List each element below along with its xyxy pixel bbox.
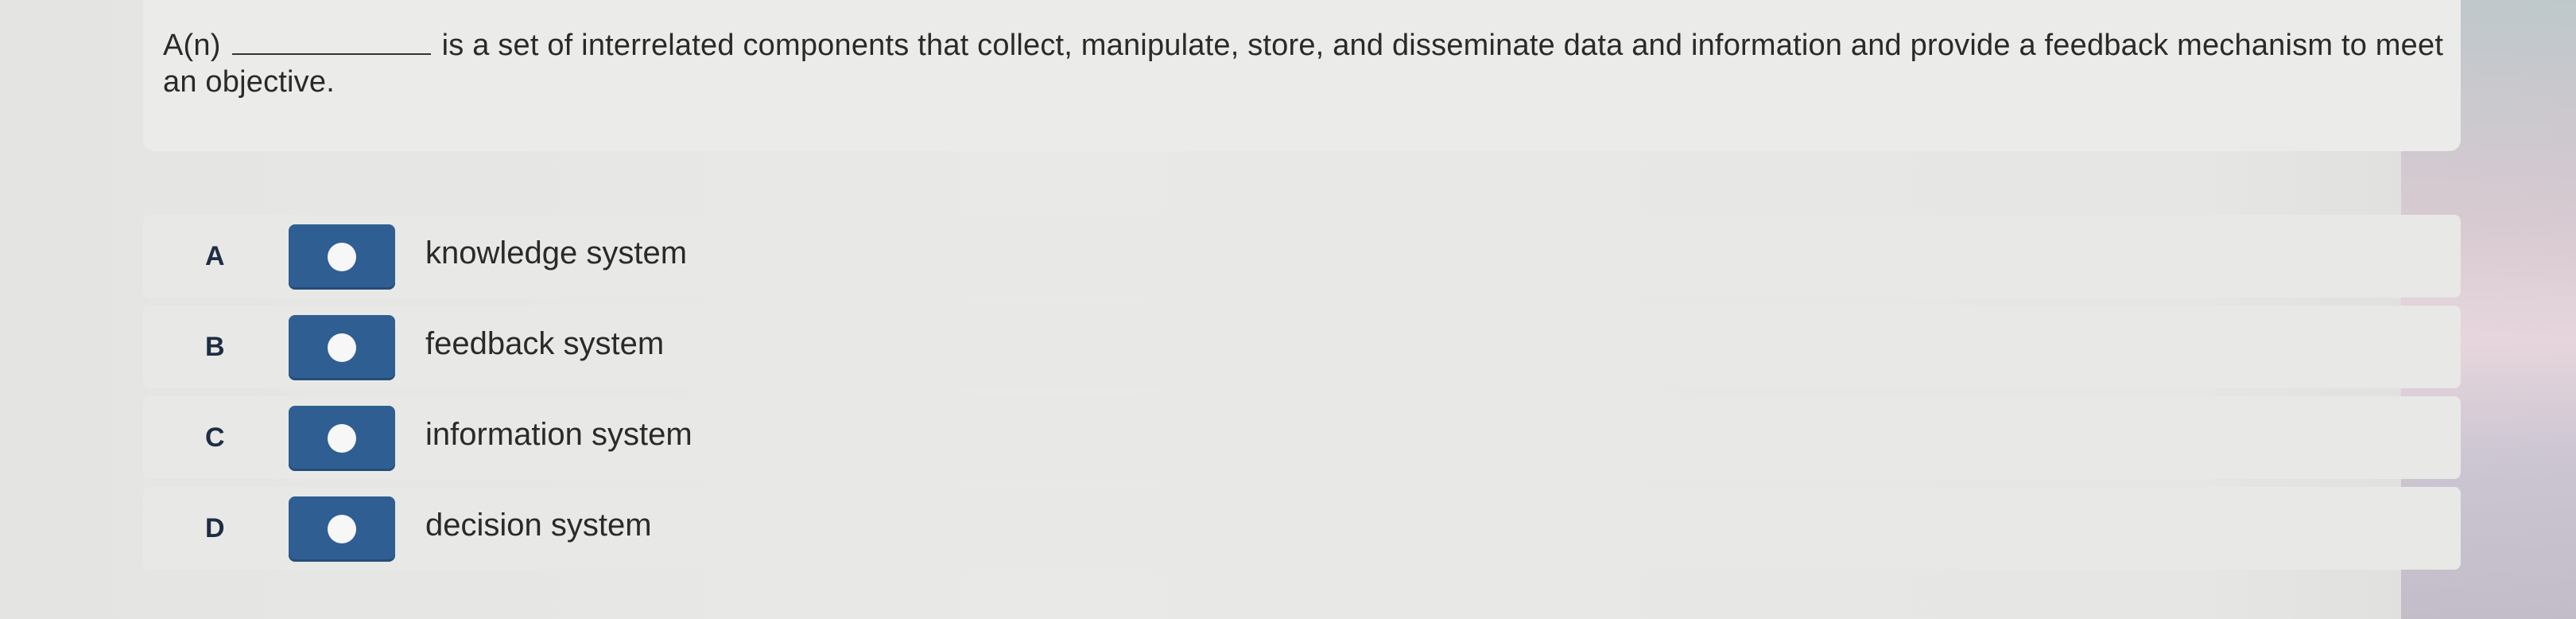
option-radio-button[interactable] (289, 406, 395, 471)
option-label: decision system (425, 508, 652, 543)
option-letter: D (205, 513, 225, 543)
question-body: is a set of interrelated components that… (163, 29, 2444, 99)
option-d[interactable]: D decision system (143, 487, 2461, 570)
radio-dot-icon (328, 515, 356, 543)
option-b[interactable]: B feedback system (143, 306, 2461, 388)
radio-dot-icon (328, 243, 356, 271)
option-radio-button[interactable] (289, 224, 395, 290)
radio-dot-icon (328, 333, 356, 362)
option-letter: A (205, 241, 225, 271)
option-a[interactable]: A knowledge system (143, 215, 2461, 298)
option-letter: B (205, 332, 225, 362)
option-radio-button[interactable] (289, 315, 395, 380)
question-text: A(n) is a set of interrelated components … (163, 27, 2469, 100)
option-label: knowledge system (425, 236, 688, 271)
answer-options: A knowledge system B feedback system C i… (143, 215, 2461, 578)
answer-blank (231, 29, 431, 55)
option-radio-button[interactable] (289, 496, 395, 562)
option-label: information system (425, 417, 692, 452)
option-letter: C (205, 422, 225, 453)
question-prefix: A(n) (163, 29, 221, 62)
option-c[interactable]: C information system (143, 396, 2461, 479)
option-label: feedback system (425, 326, 665, 361)
radio-dot-icon (328, 424, 356, 453)
